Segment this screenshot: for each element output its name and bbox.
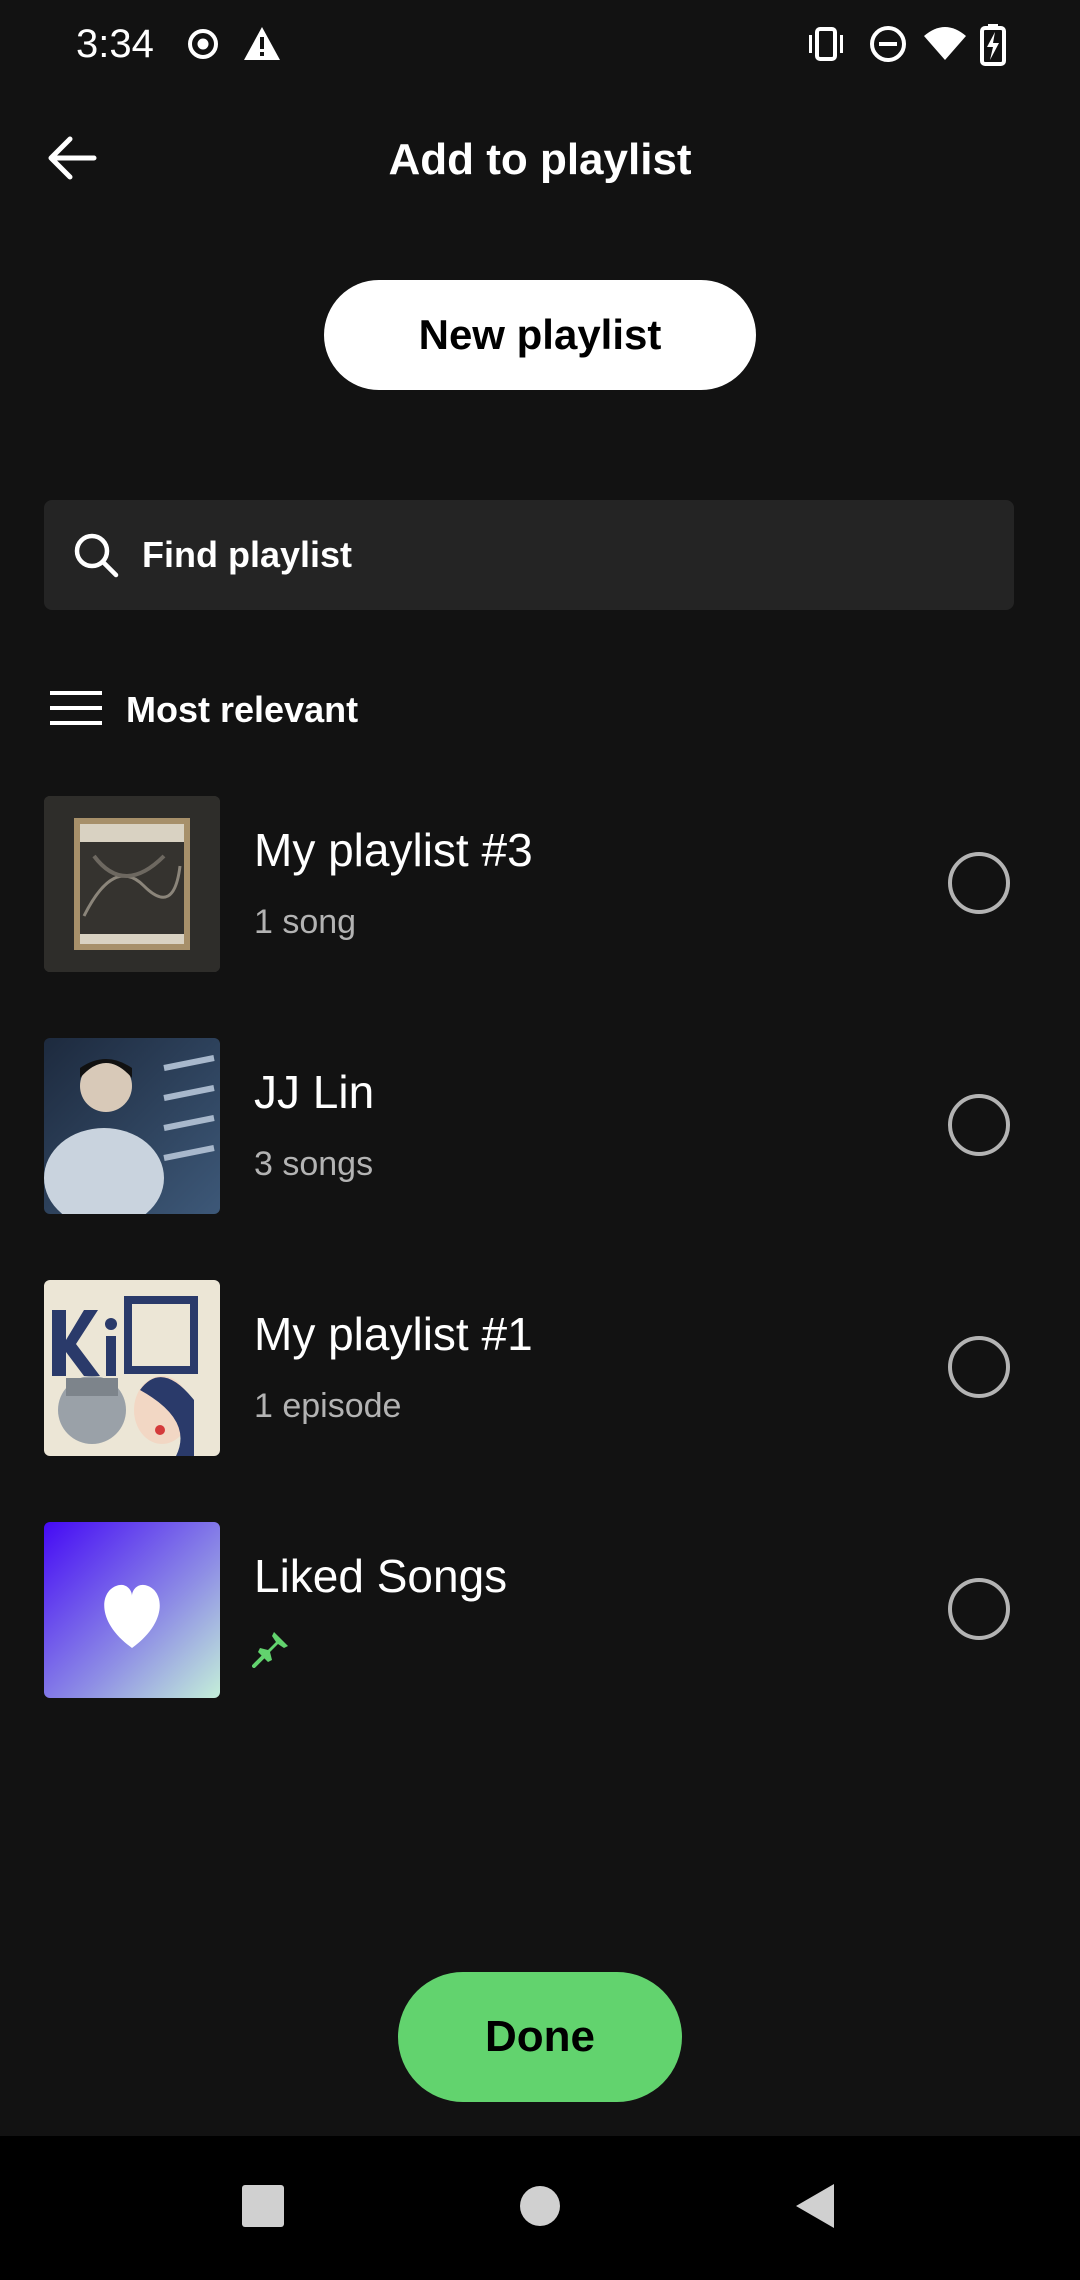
playlist-title: Liked Songs [254,1550,508,1602]
recents-square-icon [241,2184,285,2233]
done-button[interactable]: Done [398,1972,682,2102]
home-button[interactable] [504,2172,576,2244]
list-item[interactable]: My playlist #3 1 song [0,796,1080,972]
select-radio[interactable] [948,1094,1010,1156]
playlist-title: My playlist #3 [254,824,533,876]
heart-icon [104,1584,160,1648]
status-time: 3:34 [76,22,154,66]
home-circle-icon [518,2184,562,2233]
list-item[interactable]: Liked Songs [0,1522,1080,1698]
do-not-disturb-icon [866,22,910,71]
list-item[interactable]: JJ Lin 3 songs [0,1038,1080,1214]
system-nav-bar [0,2136,1080,2280]
back-triangle-icon [794,2182,838,2235]
sort-label: Most relevant [126,689,359,730]
select-radio[interactable] [948,852,1010,914]
playlist-cover [44,1038,220,1214]
new-playlist-button[interactable]: New playlist [324,280,756,390]
select-radio[interactable] [948,1336,1010,1398]
vibrate-icon [804,22,848,71]
playlist-title: My playlist #1 [254,1308,533,1360]
wifi-icon [922,22,968,71]
page-title: Add to playlist [388,135,692,184]
battery-charging-icon [980,22,1006,71]
pin-icon [252,1630,290,1668]
sort-list-icon [50,688,102,733]
playlist-title: JJ Lin [254,1066,375,1118]
playlist-cover [44,1280,220,1456]
recents-button[interactable] [227,2172,299,2244]
warning-icon [242,22,282,71]
select-radio[interactable] [948,1578,1010,1640]
playlist-subtitle: 1 episode [254,1387,402,1425]
search-input[interactable]: Find playlist [142,534,352,576]
search-icon [72,531,120,579]
sort-button[interactable]: Most relevant [50,680,358,740]
status-bar: 3:34 [0,0,1080,88]
playlist-subtitle: 1 song [254,903,357,941]
playlist-subtitle: 3 songs [254,1145,374,1183]
back-nav-button[interactable] [780,2172,852,2244]
list-item[interactable]: My playlist #1 1 episode [0,1280,1080,1456]
find-playlist-search[interactable]: Find playlist [44,500,1014,610]
playlist-cover [44,796,220,972]
liked-songs-cover [44,1522,220,1698]
record-icon [186,22,220,71]
